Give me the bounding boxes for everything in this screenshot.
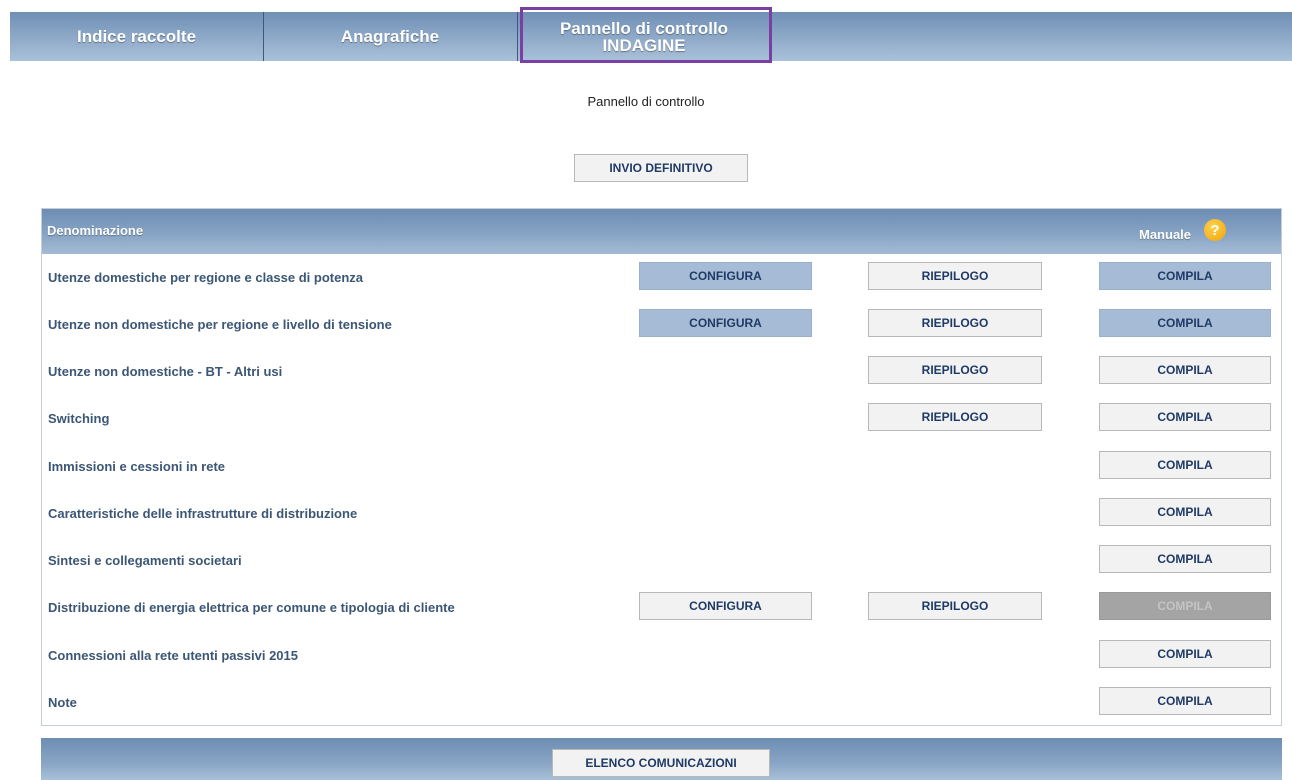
help-icon[interactable]: ?	[1204, 219, 1226, 241]
header-manuale: Manuale	[1139, 227, 1192, 242]
riepilogo-button[interactable]: RIEPILOGO	[868, 262, 1042, 290]
invio-definitivo-button[interactable]: INVIO DEFINITIVO	[574, 154, 748, 182]
riepilogo-button[interactable]: RIEPILOGO	[868, 309, 1042, 337]
configura-button[interactable]: CONFIGURA	[639, 309, 812, 337]
compila-button[interactable]: COMPILA	[1099, 356, 1271, 384]
table-header: Denominazione Manuale ?	[42, 209, 1281, 254]
tab-indice-raccolte[interactable]: Indice raccolte	[10, 12, 263, 61]
compila-button[interactable]: COMPILA	[1099, 403, 1271, 431]
tab-indice-raccolte-label: Indice raccolte	[76, 26, 197, 46]
configura-button[interactable]: CONFIGURA	[639, 592, 812, 620]
compila-button[interactable]: COMPILA	[1099, 262, 1271, 290]
elenco-comunicazioni-button[interactable]: ELENCO COMUNICAZIONI	[552, 749, 770, 777]
compila-button[interactable]: COMPILA	[1099, 309, 1271, 337]
riepilogo-button[interactable]: RIEPILOGO	[868, 592, 1042, 620]
configura-button[interactable]: CONFIGURA	[639, 262, 812, 290]
riepilogo-button[interactable]: RIEPILOGO	[868, 356, 1042, 384]
row-label: Switching	[48, 411, 110, 426]
compila-button[interactable]: COMPILA	[1099, 687, 1271, 715]
compila-button[interactable]: COMPILA	[1099, 545, 1271, 573]
riepilogo-button[interactable]: RIEPILOGO	[868, 403, 1042, 431]
compila-button[interactable]: COMPILA	[1099, 640, 1271, 668]
row-label: Utenze non domestiche per regione e live…	[48, 317, 392, 332]
tab-anagrafiche[interactable]: Anagrafiche	[264, 12, 516, 61]
row-label: Caratteristiche delle infrastrutture di …	[48, 506, 358, 521]
header-denominazione: Denominazione	[47, 223, 144, 238]
row-label: Distribuzione di energia elettrica per c…	[48, 600, 455, 615]
row-label: Immissioni e cessioni in rete	[48, 459, 226, 474]
row-label: Utenze non domestiche - BT - Altri usi	[48, 364, 283, 379]
compila-button[interactable]: COMPILA	[1099, 451, 1271, 479]
row-label: Note	[48, 695, 77, 710]
tab-anagrafiche-label: Anagrafiche	[340, 26, 440, 46]
row-label: Sintesi e collegamenti societari	[48, 553, 242, 568]
compila-button-disabled: COMPILA	[1099, 592, 1271, 620]
active-tab-highlight	[520, 7, 772, 63]
page-subtitle: Pannello di controllo	[587, 94, 705, 109]
compila-button[interactable]: COMPILA	[1099, 498, 1271, 526]
row-label: Utenze domestiche per regione e classe d…	[48, 270, 363, 285]
row-label: Connessioni alla rete utenti passivi 201…	[48, 648, 298, 663]
